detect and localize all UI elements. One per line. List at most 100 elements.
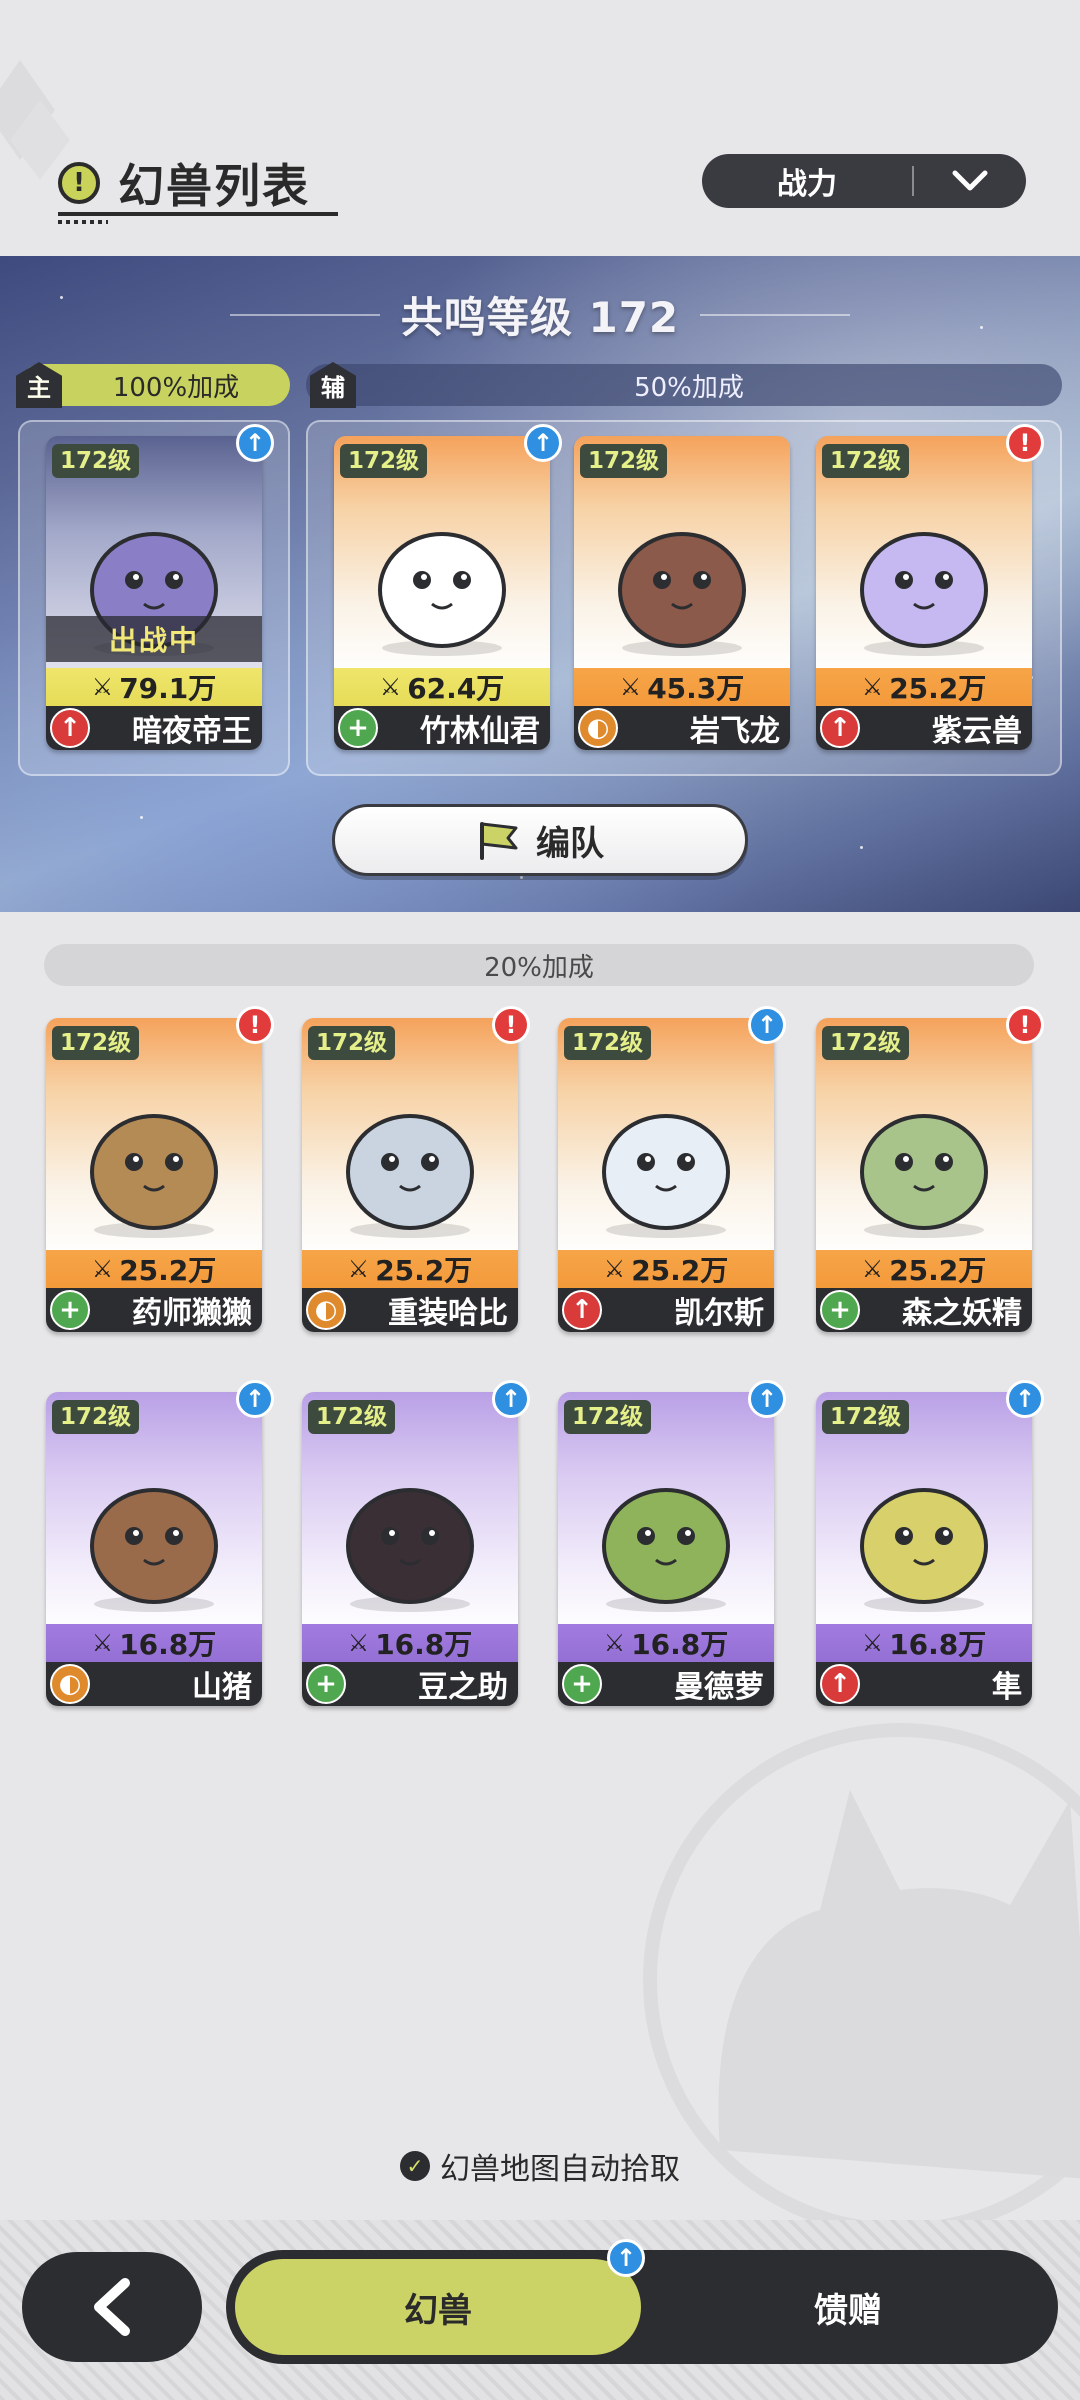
name-strip: ↑ 暗夜帝王 [46,706,262,750]
tab-beasts-label: 幻兽 [404,2290,472,2331]
level-badge: 172级 [564,1400,652,1434]
beast-name: 豆之助 [418,1670,508,1705]
upgrade-arrow-icon: ↑ [236,424,274,462]
upgrade-arrow-icon: ↑ [524,424,562,462]
sub-tag: 辅 [310,362,356,408]
beast-card[interactable]: 172级 ⚔ 16.8万 + 曼德萝 ↑ [558,1380,786,1706]
defense-role-icon: ◐ [50,1664,90,1704]
defense-role-icon: ◐ [578,708,618,748]
name-strip: ↑ 隼 [816,1662,1032,1706]
sort-dropdown[interactable]: 战力 [702,154,1026,208]
power-strip: ⚔ 16.8万 [302,1624,518,1662]
swords-icon: ⚔ [91,673,114,701]
heal-role-icon: + [820,1290,860,1330]
power-strip: ⚔ 62.4万 [334,668,550,706]
name-strip: ↑ 凯尔斯 [558,1288,774,1332]
creature-portrait [90,1488,218,1612]
title-dots [58,220,108,224]
alert-icon: ! [492,1006,530,1044]
formation-button[interactable]: 编队 [332,804,748,876]
card-body: 172级 ⚔ 16.8万 + 豆之助 [302,1392,518,1706]
swords-icon: ⚔ [347,1255,370,1283]
creature-portrait [346,1114,474,1238]
page-title-group: ! 幻兽列表 [58,148,310,218]
name-strip: + 森之妖精 [816,1288,1032,1332]
page-title: 幻兽列表 [118,159,310,213]
card-body: 172级 ⚔ 25.2万 ↑ 紫云兽 [816,436,1032,750]
power-value: 16.8万 [631,1628,729,1661]
power-strip: ⚔ 79.1万 [46,668,262,706]
level-badge: 172级 [564,1026,652,1060]
beast-name: 暗夜帝王 [132,714,252,749]
heal-role-icon: + [338,708,378,748]
card-body: 172级 ⚔ 25.2万 + 森之妖精 [816,1018,1032,1332]
card-body: 172级 ⚔ 16.8万 ↑ 隼 [816,1392,1032,1706]
beast-card[interactable]: 172级 ⚔ 62.4万 + 竹林仙君 ↑ [334,424,562,750]
beast-card[interactable]: 172级 ⚔ 16.8万 ↑ 隼 ↑ [816,1380,1044,1706]
creature-portrait [378,532,506,656]
tab-gift[interactable]: 馈赠 [644,2256,1052,2358]
creature-portrait [860,532,988,656]
beast-name: 药师獭獭 [132,1296,252,1331]
beast-card[interactable]: 172级 ⚔ 16.8万 + 豆之助 ↑ [302,1380,530,1706]
beast-card[interactable]: 172级 ⚔ 25.2万 + 药师獭獭! [46,1006,274,1332]
beast-card[interactable]: 172级 ⚔ 25.2万 ↑ 紫云兽! [816,424,1044,750]
heal-role-icon: + [562,1664,602,1704]
swords-icon: ⚔ [91,1629,114,1657]
formation-label: 编队 [536,823,604,864]
level-badge: 172级 [340,444,428,478]
power-value: 25.2万 [375,1254,473,1287]
beast-card[interactable]: 172级 ⚔ 25.2万 + 森之妖精! [816,1006,1044,1332]
swords-icon: ⚔ [861,1255,884,1283]
back-arrow-icon [94,2278,130,2336]
beast-name: 重装哈比 [388,1296,508,1331]
sub-bonus: 50%加成 [634,372,744,403]
back-button[interactable] [22,2252,202,2362]
level-badge: 172级 [52,444,140,478]
chevron-down-icon [914,170,1026,192]
beast-card[interactable]: 172级 ⚔ 16.8万 ◐ 山猪 ↑ [46,1380,274,1706]
upgrade-arrow-icon: ↑ [607,2239,645,2277]
power-value: 16.8万 [119,1628,217,1661]
attack-role-icon: ↑ [562,1290,602,1330]
sort-selected-label: 战力 [777,167,837,202]
info-icon: ! [58,162,100,204]
card-body: 172级 ⚔ 16.8万 + 曼德萝 [558,1392,774,1706]
level-badge: 172级 [822,1400,910,1434]
tab-gift-label: 馈赠 [814,2290,882,2331]
power-value: 16.8万 [375,1628,473,1661]
level-badge: 172级 [822,444,910,478]
card-body: 172级 ⚔ 16.8万 ◐ 山猪 [46,1392,262,1706]
power-strip: ⚔ 25.2万 [816,668,1032,706]
power-strip: ⚔ 25.2万 [816,1250,1032,1288]
name-strip: ◐ 重装哈比 [302,1288,518,1332]
beast-card[interactable]: 172级 ⚔ 25.2万 ↑ 凯尔斯 ↑ [558,1006,786,1332]
attack-role-icon: ↑ [820,1664,860,1704]
bottom-tabs: 幻兽 ↑ 馈赠 [226,2239,1058,2364]
sub-slot-bar: 辅 50%加成 [306,362,1062,408]
beast-card[interactable]: 172级出战中 ⚔ 79.1万 ↑ 暗夜帝王 ↑ [46,424,274,750]
beast-name: 岩飞龙 [690,714,780,749]
main-bonus: 100%加成 [112,372,240,403]
title-underline [58,212,338,216]
card-body: 172级 ⚔ 25.2万 + 药师獭獭 [46,1018,262,1332]
flag-icon [480,822,518,860]
power-value: 25.2万 [889,1254,987,1287]
alert-icon: ! [236,1006,274,1044]
main-slot-bar: 主 100%加成 [16,362,290,408]
auto-pickup-toggle[interactable]: ✓ 幻兽地图自动拾取 [0,2144,1080,2188]
beast-card[interactable]: 172级 ⚔ 45.3万 ◐ 岩飞龙 [574,436,790,750]
beast-card[interactable]: 172级 ⚔ 25.2万 ◐ 重装哈比! [302,1006,530,1332]
heal-role-icon: + [306,1664,346,1704]
defense-role-icon: ◐ [306,1290,346,1330]
name-strip: ◐ 山猪 [46,1662,262,1706]
beast-name: 竹林仙君 [420,714,540,749]
name-strip: + 豆之助 [302,1662,518,1706]
in-battle-label: 出战中 [46,616,262,662]
creature-portrait [602,1488,730,1612]
power-strip: ⚔ 25.2万 [46,1250,262,1288]
creature-portrait [618,532,746,656]
resonance-level: 共鸣等级 172 [400,293,680,342]
tab-beasts[interactable]: 幻兽 ↑ [232,2239,645,2358]
power-value: 45.3万 [647,672,745,705]
